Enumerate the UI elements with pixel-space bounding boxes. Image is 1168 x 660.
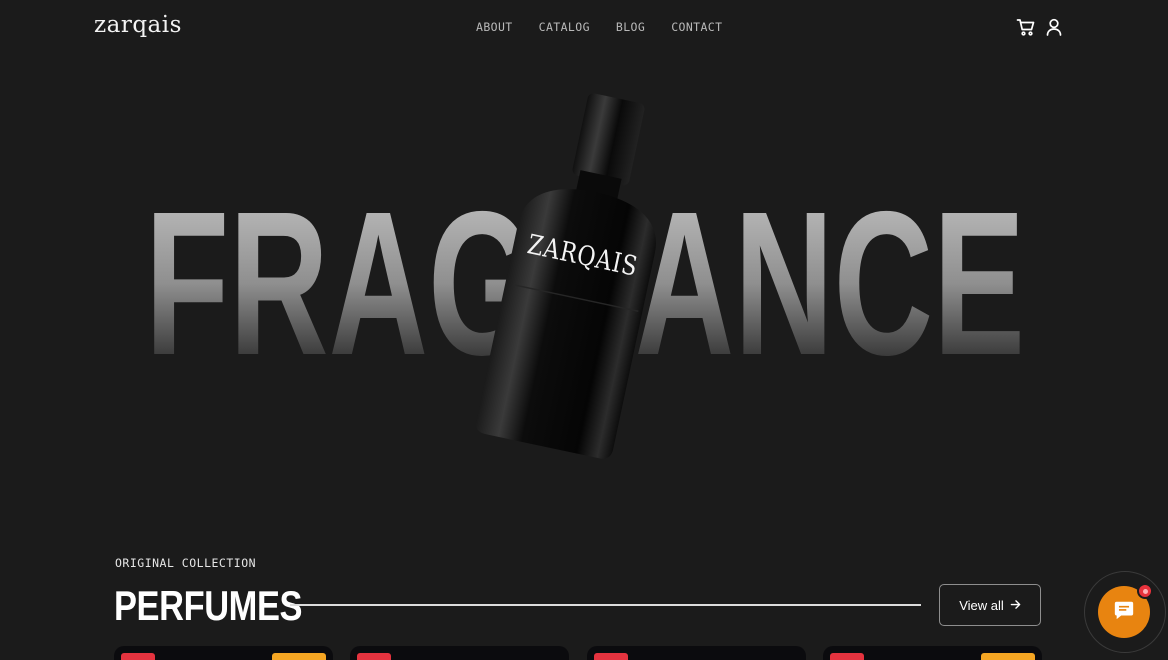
section-eyebrow: ORIGINAL COLLECTION (115, 556, 257, 570)
user-icon[interactable] (1044, 17, 1064, 37)
sale-badge (357, 653, 391, 660)
nav-contact[interactable]: CONTACT (671, 20, 722, 34)
view-all-label: View all (959, 597, 1004, 613)
chat-icon (1113, 599, 1135, 626)
cart-icon[interactable] (1016, 17, 1036, 37)
arrow-right-icon (1010, 598, 1021, 613)
nav-catalog[interactable]: CATALOG (539, 20, 590, 34)
sale-badge (830, 653, 864, 660)
tag-badge (272, 653, 326, 660)
product-card[interactable] (587, 646, 806, 660)
product-card[interactable] (823, 646, 1042, 660)
section-divider (290, 604, 921, 606)
product-card[interactable] (350, 646, 569, 660)
perfume-bottle-image: ZARQAIS (468, 88, 688, 468)
product-grid (114, 646, 1042, 660)
section-title: PERFUMES (114, 582, 303, 629)
chat-notification-badge (1137, 583, 1153, 599)
brand-logo[interactable]: zarqais (94, 12, 182, 38)
sale-badge (121, 653, 155, 660)
header-actions (1016, 17, 1064, 37)
nav-about[interactable]: ABOUT (476, 20, 513, 34)
nav-blog[interactable]: BLOG (616, 20, 645, 34)
main-nav: ABOUT CATALOG BLOG CONTACT (476, 20, 722, 34)
tag-badge (981, 653, 1035, 660)
product-card[interactable] (114, 646, 333, 660)
view-all-button[interactable]: View all (939, 584, 1041, 626)
sale-badge (594, 653, 628, 660)
